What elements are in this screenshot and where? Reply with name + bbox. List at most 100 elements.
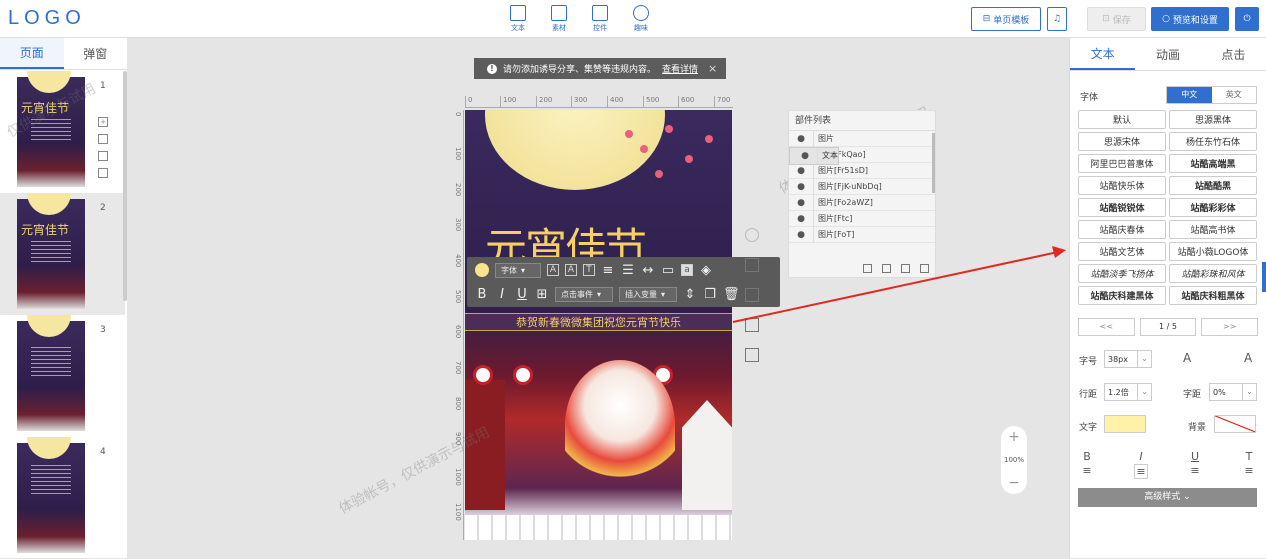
prev-page-button[interactable]: <<: [1078, 318, 1135, 336]
fence-image[interactable]: [465, 515, 732, 540]
bold-icon[interactable]: B: [475, 287, 489, 302]
tool-widget[interactable]: 控件: [590, 5, 610, 33]
single-page-template-button[interactable]: ⊟ 单页模板: [971, 7, 1041, 31]
tab-popups[interactable]: 弹窗: [64, 38, 128, 69]
zoom-in-button[interactable]: +: [1008, 430, 1020, 444]
line-height-select[interactable]: 1.2倍 ⌄: [1104, 383, 1152, 401]
close-icon[interactable]: ×: [708, 62, 717, 75]
page-thumbnail-item[interactable]: 4: [0, 437, 125, 559]
house-image[interactable]: [682, 400, 732, 510]
eye-icon[interactable]: ●: [789, 230, 813, 240]
layer-scrollbar[interactable]: [932, 133, 935, 193]
notice-detail-link[interactable]: 查看详情: [662, 62, 698, 75]
poster-banner-text[interactable]: 恭贺新春微微集团祝您元宵节快乐: [465, 313, 732, 331]
font-increase-icon[interactable]: A: [547, 264, 559, 276]
template-page-icon[interactable]: [98, 134, 108, 144]
font-option[interactable]: 站酷锐锐体: [1078, 198, 1166, 217]
insert-variable-select[interactable]: 插入变量 ▾: [619, 286, 677, 302]
list-icon[interactable]: ☰: [621, 263, 635, 278]
folder-icon[interactable]: [901, 263, 910, 273]
italic-icon[interactable]: I: [495, 287, 509, 302]
font-option[interactable]: 站酷彩珠和风体: [1169, 264, 1257, 283]
lang-english[interactable]: 英文: [1212, 87, 1257, 103]
font-option[interactable]: 默认: [1078, 110, 1166, 129]
background-color-swatch[interactable]: [1214, 415, 1256, 433]
font-select[interactable]: 字体 ▾: [495, 262, 541, 278]
tab-pages[interactable]: 页面: [0, 38, 64, 69]
eye-icon[interactable]: ●: [793, 151, 817, 161]
lang-chinese[interactable]: 中文: [1167, 87, 1212, 103]
eye-icon[interactable]: ●: [789, 134, 813, 144]
text-transform-icon[interactable]: T: [1242, 450, 1256, 463]
font-size-increase-icon[interactable]: A: [1244, 351, 1252, 365]
paint-bucket-icon[interactable]: ◈: [699, 263, 713, 278]
add-page-icon[interactable]: +: [98, 117, 108, 127]
grid-icon[interactable]: [745, 288, 759, 302]
tab-animation[interactable]: 动画: [1135, 38, 1200, 70]
delete-layer-icon[interactable]: [920, 263, 929, 273]
font-option[interactable]: 杨任东竹石体: [1169, 132, 1257, 151]
moon-image[interactable]: [485, 110, 665, 190]
font-option[interactable]: 站酷高书体: [1169, 220, 1257, 239]
italic-icon[interactable]: I: [1134, 450, 1148, 463]
power-button[interactable]: ⏻: [1235, 7, 1259, 31]
layer-row[interactable]: ● 图片[FjK-uNbDq]: [789, 178, 935, 195]
align-left-icon[interactable]: ≡: [1080, 464, 1094, 479]
spacing-icon[interactable]: ↔: [641, 263, 655, 278]
font-option[interactable]: 站酷文艺体: [1078, 242, 1166, 261]
position-icon[interactable]: ⇕: [683, 287, 697, 302]
copy-page-icon[interactable]: [98, 151, 108, 161]
page-thumbnail-item[interactable]: 3: [0, 315, 125, 437]
page-thumbnail-item[interactable]: 元宵佳节 1 +: [0, 71, 125, 193]
lion-dance-image[interactable]: [565, 360, 675, 490]
font-option[interactable]: 思源黑体: [1169, 110, 1257, 129]
font-option[interactable]: 站酷彩彩体: [1169, 198, 1257, 217]
align-icon[interactable]: ≡: [601, 263, 615, 278]
delete-icon[interactable]: 🗑: [723, 287, 740, 302]
lantern-image[interactable]: [513, 365, 533, 385]
border-icon[interactable]: ⊞: [535, 287, 549, 302]
page-thumbnail-item[interactable]: 元宵佳节 2: [0, 193, 125, 315]
font-option[interactable]: 站酷庆科建黑体: [1078, 286, 1166, 305]
preview-settings-button[interactable]: ○ 预览和设置: [1151, 7, 1229, 31]
align-justify-icon[interactable]: ≡: [1242, 464, 1256, 479]
font-option[interactable]: 思源宋体: [1078, 132, 1166, 151]
layer-row[interactable]: ● 图片[FoT]: [789, 226, 935, 243]
font-option[interactable]: 站酷庆春体: [1078, 220, 1166, 239]
tab-click[interactable]: 点击: [1201, 38, 1266, 70]
text-color-swatch[interactable]: [1104, 415, 1146, 433]
font-decrease-icon[interactable]: A: [565, 264, 577, 276]
font-option[interactable]: 站酷高端黑: [1169, 154, 1257, 173]
layer-icon[interactable]: ▭: [661, 263, 675, 278]
mobile-preview-icon[interactable]: [745, 318, 759, 332]
tool-fun[interactable]: 趣味: [631, 5, 651, 33]
align-right-icon[interactable]: ≡: [1188, 464, 1202, 479]
font-option[interactable]: 站酷小薇LOGO体: [1169, 242, 1257, 261]
layer-row[interactable]: ● 图片: [789, 130, 935, 147]
delete-page-icon[interactable]: [98, 168, 108, 178]
align-center-icon[interactable]: ≡: [1134, 464, 1148, 479]
download-icon[interactable]: [745, 348, 759, 362]
font-size-decrease-icon[interactable]: A: [1183, 351, 1191, 365]
clear-format-icon[interactable]: T: [583, 264, 595, 276]
copy-element-icon[interactable]: [745, 258, 759, 272]
eye-icon[interactable]: ●: [789, 166, 813, 176]
font-option[interactable]: 站酷快乐体: [1078, 176, 1166, 195]
font-option[interactable]: 站酷酷黑: [1169, 176, 1257, 195]
tool-material[interactable]: 素材: [549, 5, 569, 33]
bold-icon[interactable]: B: [1080, 450, 1094, 463]
click-event-select[interactable]: 点击事件 ▾: [555, 286, 613, 302]
underline-icon[interactable]: U: [1188, 450, 1202, 463]
music-button[interactable]: ♫: [1047, 7, 1067, 31]
zoom-out-button[interactable]: −: [1008, 476, 1020, 490]
copy-layer-icon[interactable]: [882, 263, 891, 273]
text-style-icon[interactable]: a: [681, 264, 693, 276]
gate-image[interactable]: [465, 380, 505, 510]
font-option[interactable]: 阿里巴巴普惠体: [1078, 154, 1166, 173]
lantern-image[interactable]: [473, 365, 493, 385]
save-button[interactable]: ⊡ 保存: [1087, 7, 1146, 31]
undo-icon[interactable]: [745, 228, 759, 242]
layer-row[interactable]: ● 文本: [789, 147, 839, 165]
font-option[interactable]: 站酷淡季飞扬体: [1078, 264, 1166, 283]
underline-icon[interactable]: U: [515, 287, 529, 302]
